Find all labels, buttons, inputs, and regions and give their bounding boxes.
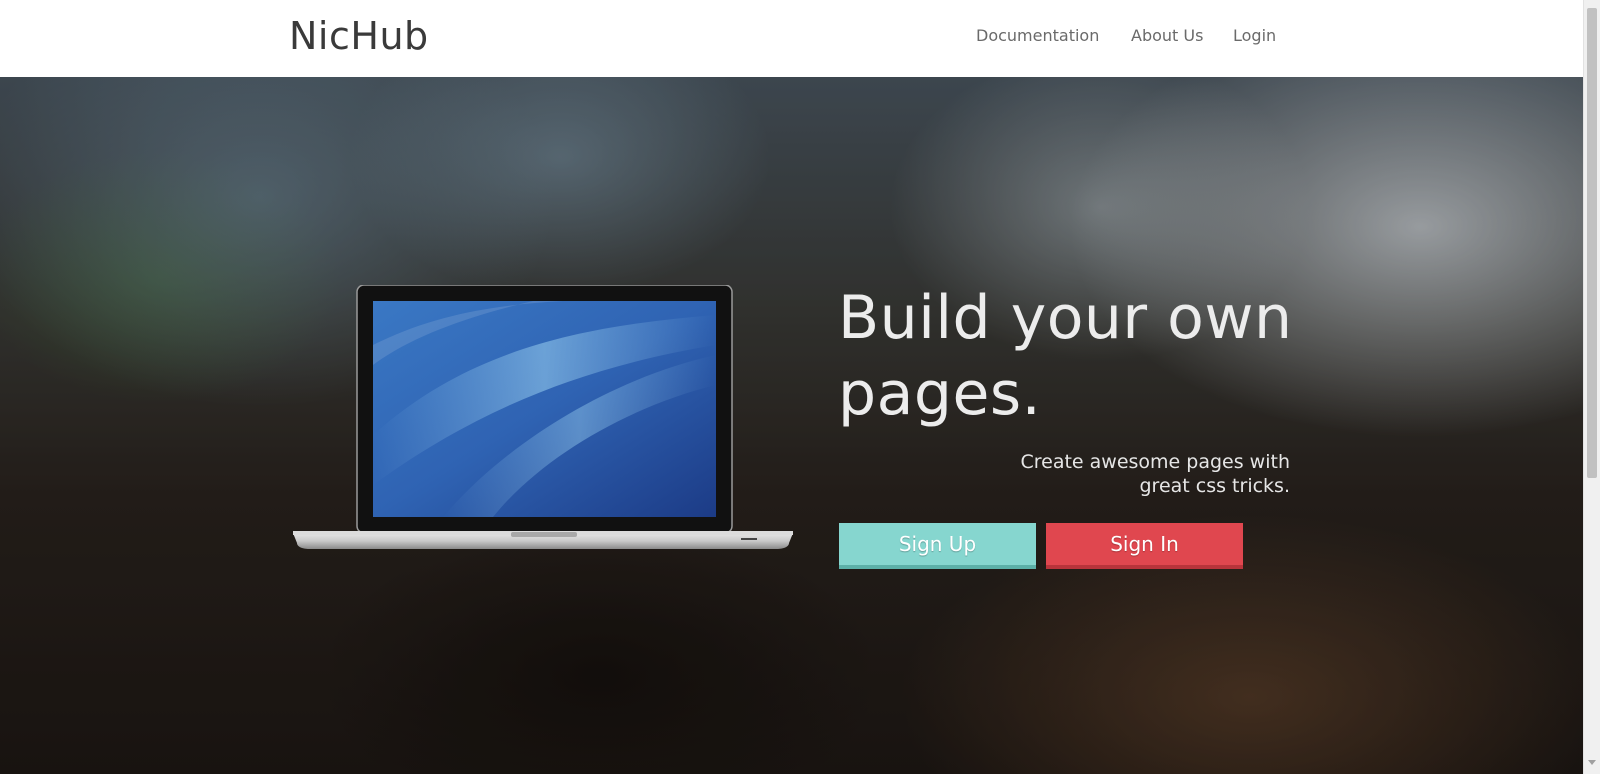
- sign-in-button[interactable]: Sign In: [1046, 523, 1243, 569]
- sign-up-button[interactable]: Sign Up: [839, 523, 1036, 569]
- vertical-scrollbar[interactable]: [1583, 0, 1600, 774]
- tagline-line-1: Create awesome pages with: [1020, 451, 1290, 473]
- hero-tagline: Create awesome pages with great css tric…: [940, 450, 1290, 498]
- tagline-line-2: great css tricks.: [1139, 475, 1291, 497]
- navbar: NicHub Documentation About Us Login: [0, 0, 1583, 77]
- laptop-image: [293, 285, 793, 549]
- nav-about-us[interactable]: About Us: [1131, 26, 1203, 45]
- nav-login[interactable]: Login: [1233, 26, 1276, 45]
- hero-headline: Build your own pages.: [838, 283, 1293, 429]
- brand-logo[interactable]: NicHub: [289, 14, 429, 58]
- nav-documentation[interactable]: Documentation: [976, 26, 1099, 45]
- scroll-down-arrow-icon[interactable]: [1588, 760, 1596, 765]
- page: NicHub Documentation About Us Login Buil…: [0, 0, 1600, 774]
- scrollbar-thumb[interactable]: [1587, 8, 1597, 478]
